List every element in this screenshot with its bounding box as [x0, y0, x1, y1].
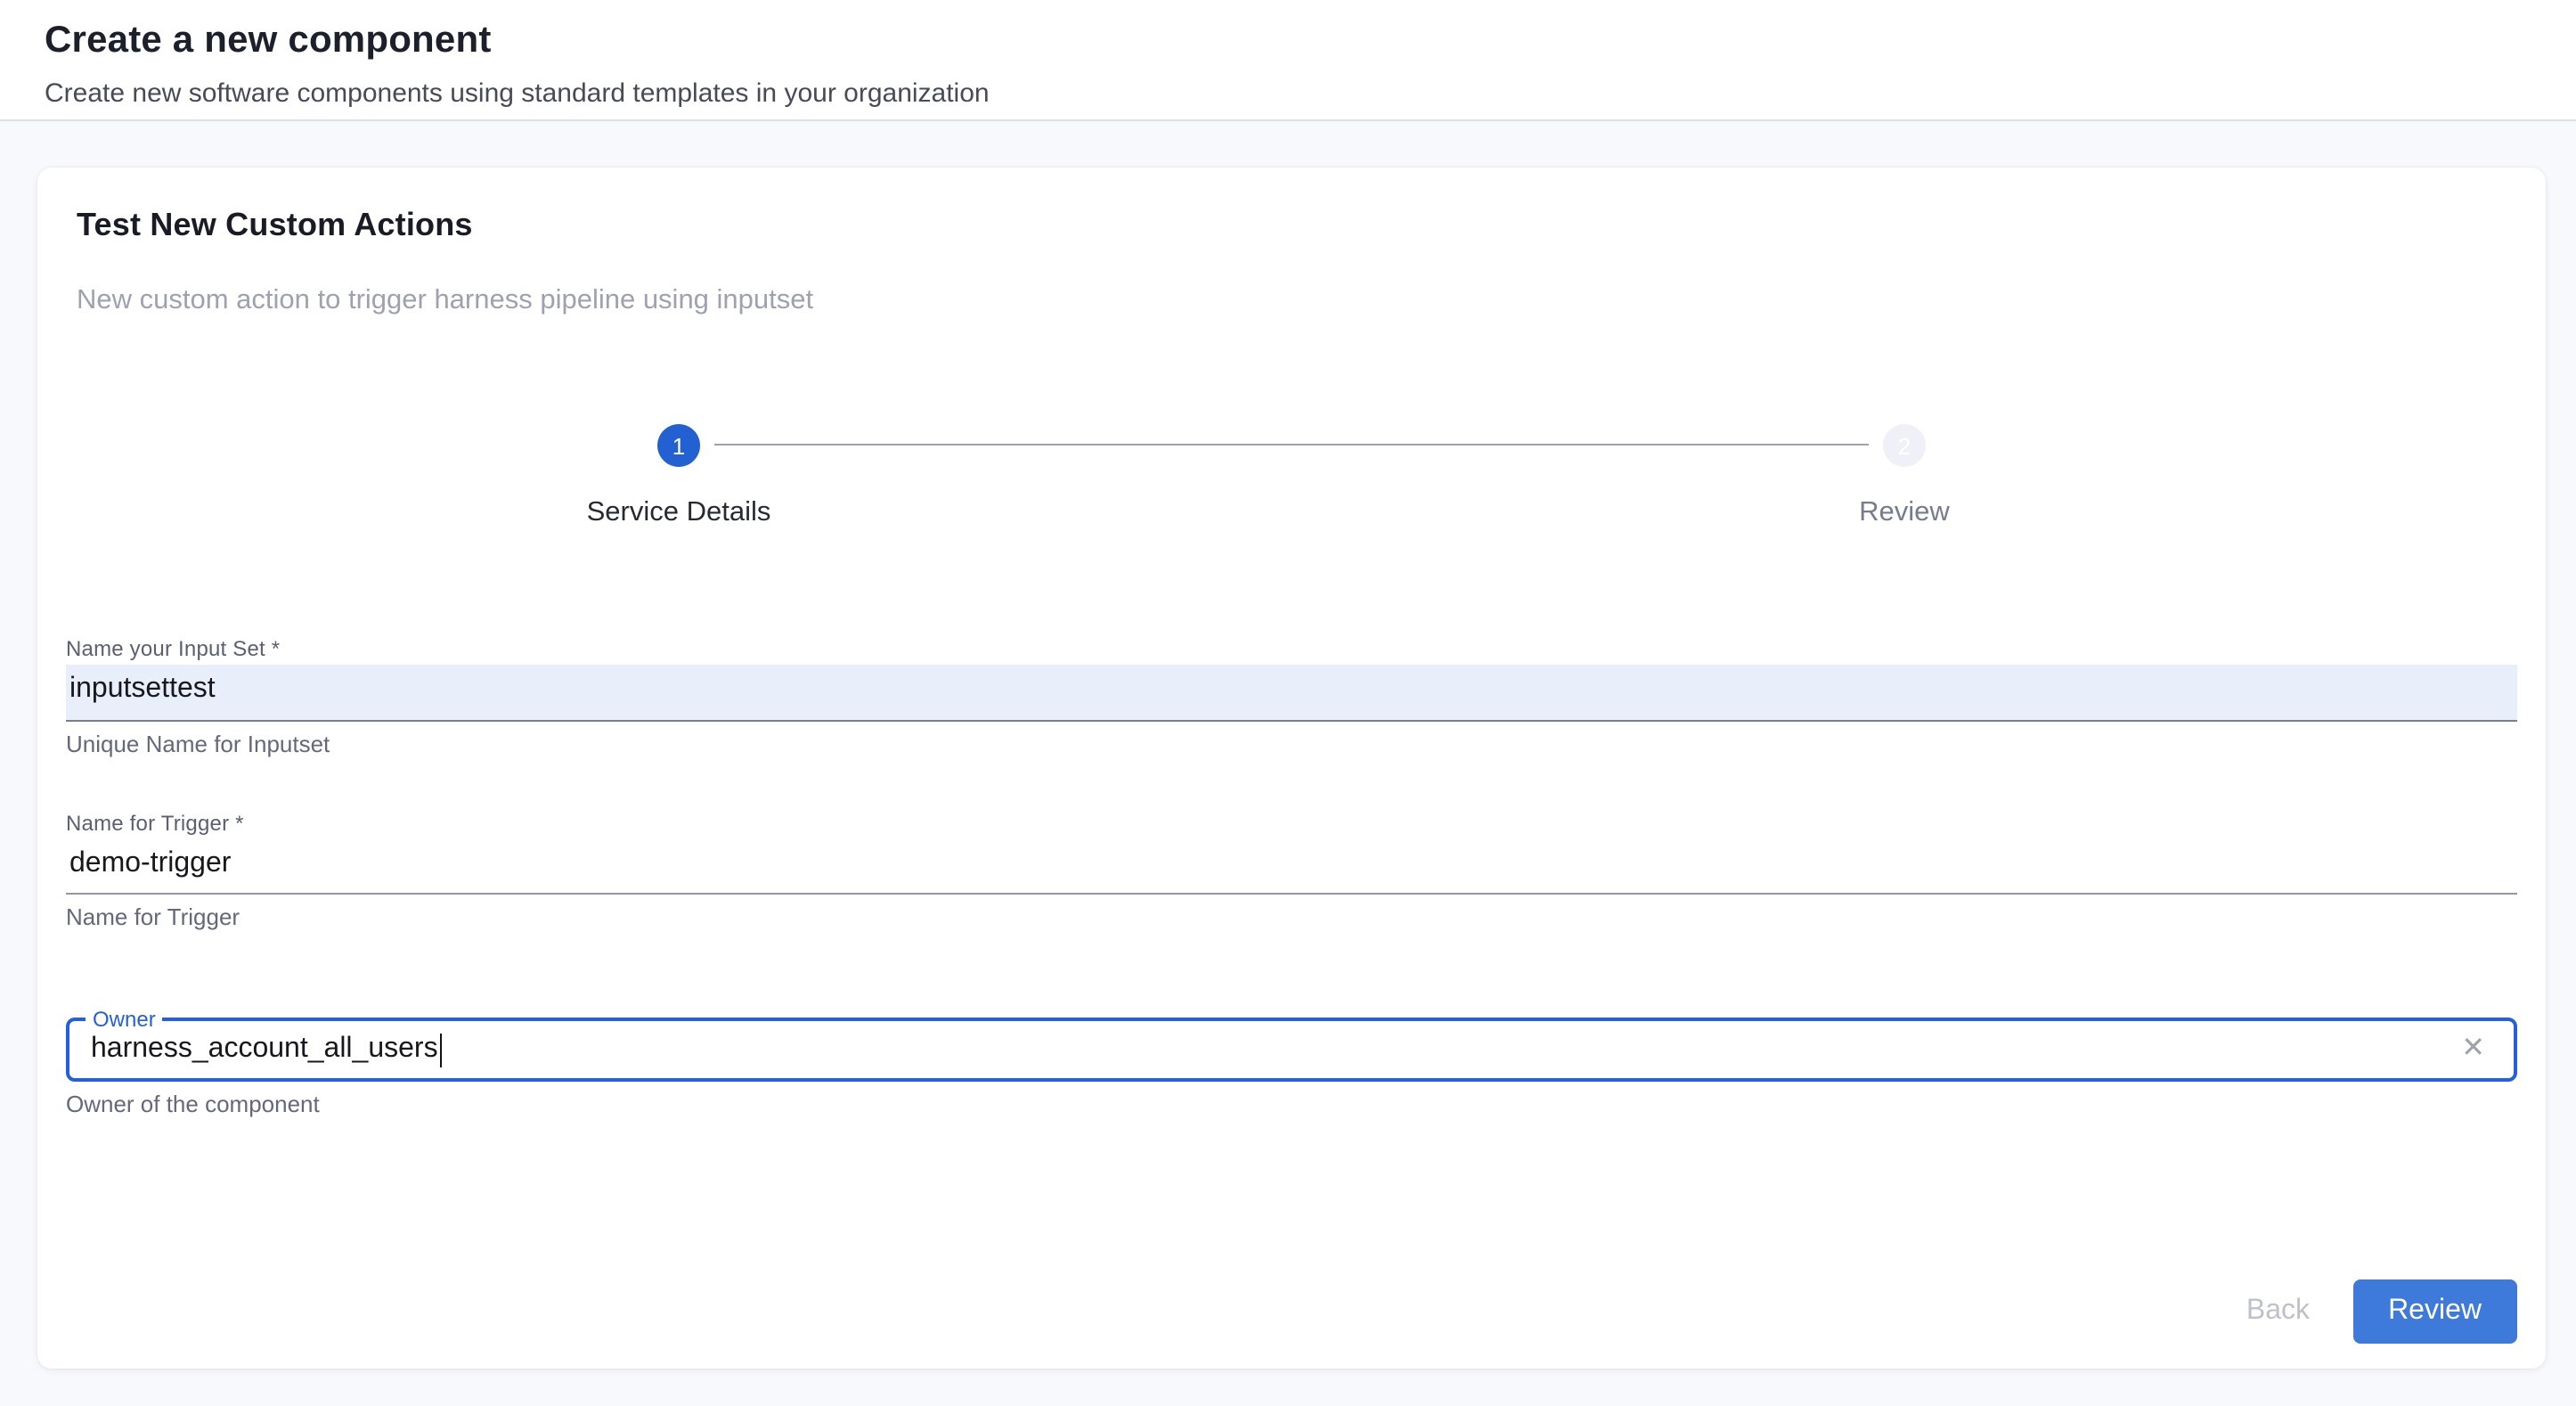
text-cursor	[440, 1033, 443, 1067]
step-2-icon: 2	[1883, 424, 1926, 467]
page-subtitle: Create new software components using sta…	[45, 77, 2531, 112]
template-title: Test New Custom Actions	[77, 203, 2507, 246]
trigger-name-field: Name for Trigger * Name for Trigger	[66, 810, 2517, 932]
template-description: New custom action to trigger harness pip…	[77, 282, 2507, 321]
step-service-details: 1 Service Details	[66, 424, 1292, 529]
owner-helper: Owner of the component	[66, 1091, 2517, 1119]
clear-icon[interactable]: ✕	[2458, 1032, 2489, 1067]
input-set-input[interactable]	[66, 665, 2517, 721]
trigger-name-label: Name for Trigger *	[66, 810, 2517, 837]
trigger-name-input[interactable]	[66, 838, 2517, 895]
input-set-label: Name your Input Set *	[66, 636, 2517, 663]
template-card: Test New Custom Actions New custom actio…	[37, 168, 2546, 1369]
review-button[interactable]: Review	[2352, 1279, 2517, 1344]
screen: Create a new component Create new softwa…	[0, 0, 2576, 1406]
owner-label: Owner	[86, 1007, 163, 1034]
owner-field: Owner harness_account_all_users ✕ Owner …	[66, 1018, 2517, 1119]
page-header: Create a new component Create new softwa…	[0, 0, 2576, 121]
stepper: 1 Service Details 2 Review	[37, 424, 2546, 529]
form: Name your Input Set * Unique Name for In…	[37, 636, 2546, 1119]
footer-actions: Back Review	[2225, 1279, 2517, 1344]
step-review: 2 Review	[1292, 424, 2517, 529]
input-set-helper: Unique Name for Inputset	[66, 730, 2517, 758]
stepper-connector	[714, 444, 1869, 446]
page-title: Create a new component	[45, 16, 2531, 66]
trigger-name-helper: Name for Trigger	[66, 903, 2517, 932]
back-button[interactable]: Back	[2225, 1281, 2331, 1342]
card-header: Test New Custom Actions New custom actio…	[37, 168, 2546, 321]
input-set-field: Name your Input Set * Unique Name for In…	[66, 636, 2517, 758]
step-2-label: Review	[1859, 495, 1950, 529]
owner-input[interactable]: Owner harness_account_all_users ✕	[66, 1018, 2517, 1082]
step-1-label: Service Details	[587, 495, 771, 529]
owner-value: harness_account_all_users	[91, 1034, 438, 1066]
step-1-icon: 1	[657, 424, 700, 467]
